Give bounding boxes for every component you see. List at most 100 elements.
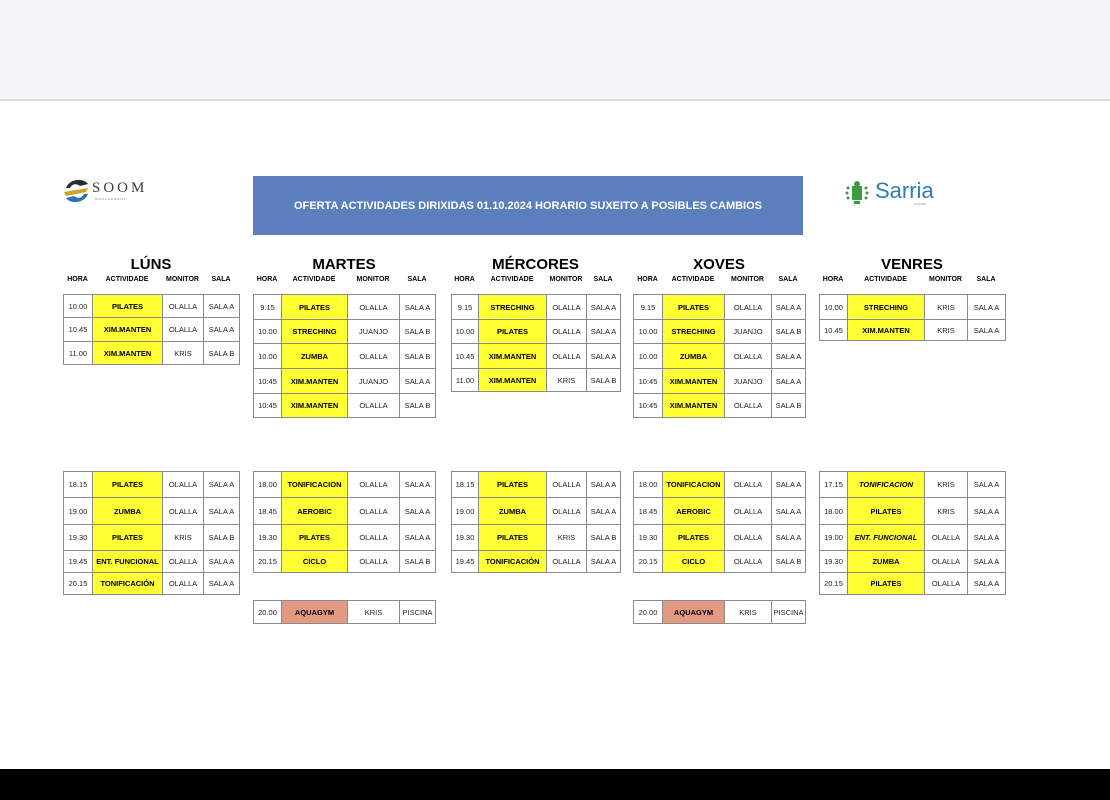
schedule-row: 20.00 AQUAGYM KRIS PISCINA xyxy=(253,600,436,624)
room-cell: SALA A xyxy=(586,319,621,344)
room-cell: SALA A xyxy=(967,524,1006,551)
time-cell: 19.30 xyxy=(253,524,282,551)
room-cell: SALA B xyxy=(203,524,240,551)
room-cell: SALA A xyxy=(771,343,806,369)
header-monitor: MONITOR xyxy=(549,276,583,283)
activity-cell: PILATES xyxy=(92,524,163,551)
room-cell: SALA A xyxy=(399,471,436,498)
time-cell: 18.00 xyxy=(819,497,848,525)
time-cell: 10:45 xyxy=(633,393,663,418)
room-cell: SALA B xyxy=(203,341,240,365)
time-cell: 10.00 xyxy=(819,294,848,320)
room-cell: SALA A xyxy=(399,368,436,394)
time-cell: 17.15 xyxy=(819,471,848,498)
monitor-cell: OLALLA xyxy=(162,471,204,498)
activity-cell: ZUMBA xyxy=(847,550,925,573)
time-cell: 19.30 xyxy=(451,524,479,551)
activity-cell: XIM.MANTEN xyxy=(662,393,725,418)
sarria-crest-icon xyxy=(845,181,869,204)
room-cell: SALA B xyxy=(399,343,436,369)
time-cell: 9.15 xyxy=(253,294,282,320)
room-cell: SALA A xyxy=(967,294,1006,320)
activity-cell: TONIFICACION xyxy=(662,471,725,498)
morning-table: 10.00 PILATES OLALLA SALA A 10.45 XIM.MANTEN O… xyxy=(63,294,240,365)
schedule-row: 19.30 PILATES KRIS SALA B xyxy=(451,524,621,551)
extra-table: 20.00 AQUAGYM KRIS PISCINA xyxy=(633,600,806,624)
activity-cell: XIM.MANTEN xyxy=(478,343,547,369)
monitor-cell: JUANJO xyxy=(724,368,772,394)
time-cell: 9.15 xyxy=(633,294,663,320)
room-cell: SALA A xyxy=(967,572,1006,595)
time-cell: 10.00 xyxy=(63,294,93,318)
monitor-cell: JUANJO xyxy=(347,368,400,394)
soom-logo-icon xyxy=(64,179,88,203)
monitor-cell: OLALLA xyxy=(546,294,587,320)
activity-cell: XIM.MANTEN xyxy=(662,368,725,394)
schedule-row: 11.00 XIM.MANTEN KRIS SALA B xyxy=(63,341,240,365)
time-cell: 18.00 xyxy=(253,471,282,498)
activity-cell: PILATES xyxy=(281,524,348,551)
room-cell: SALA A xyxy=(771,294,806,320)
time-cell: 18.15 xyxy=(63,471,93,498)
schedule-row: 9.15 STRECHING OLALLA SALA A xyxy=(451,294,621,320)
schedule-row: 10:45 XIM.MANTEN OLALLA SALA B xyxy=(253,393,436,418)
activity-cell: STRECHING xyxy=(662,319,725,344)
activity-cell: PILATES xyxy=(92,471,163,498)
schedule-row: 19.30 ZUMBA OLALLA SALA A xyxy=(819,550,1006,573)
schedule-row: 10.45 XIM.MANTEN OLALLA SALA A xyxy=(63,317,240,342)
monitor-cell: KRIS xyxy=(924,497,968,525)
room-cell: SALA B xyxy=(771,319,806,344)
activity-cell: TONIFICACIÓN xyxy=(92,572,163,595)
morning-table: 9.15 PILATES OLALLA SALA A 10.00 STRECHING JUA… xyxy=(633,294,806,418)
time-cell: 18.15 xyxy=(451,471,479,498)
activity-cell: PILATES xyxy=(478,524,547,551)
room-cell: SALA B xyxy=(771,550,806,573)
room-cell: SALA A xyxy=(203,572,240,595)
schedule-row: 20.15 PILATES OLALLA SALA A xyxy=(819,572,1006,595)
schedule-row: 19.00 ZUMBA OLALLA SALA A xyxy=(63,497,240,525)
schedule-row: 18.00 PILATES KRIS SALA A xyxy=(819,497,1006,525)
header-actividade: ACTIVIDADE xyxy=(671,276,715,283)
monitor-cell: OLALLA xyxy=(347,497,400,525)
schedule-row: 18.00 TONIFICACION OLALLA SALA A xyxy=(253,471,436,498)
time-cell: 20.00 xyxy=(253,600,282,624)
activity-cell: PILATES xyxy=(662,524,725,551)
header-sala: SALA xyxy=(407,276,427,283)
sarria-logo-subtext: Concello xyxy=(914,202,926,206)
monitor-cell: OLALLA xyxy=(724,343,772,369)
schedule-row: 19.45 TONIFICACIÓN OLALLA SALA A xyxy=(451,550,621,573)
room-cell: SALA A xyxy=(586,294,621,320)
evening-table: 18.00 TONIFICACION OLALLA SALA A 18.45 AEROBI… xyxy=(633,471,806,573)
monitor-cell: KRIS xyxy=(162,524,204,551)
activity-cell: XIM.MANTEN xyxy=(281,393,348,418)
room-cell: SALA B xyxy=(399,393,436,418)
activity-cell: AEROBIC xyxy=(281,497,348,525)
activity-cell: TONIFICACIÓN xyxy=(478,550,547,573)
activity-cell: AQUAGYM xyxy=(662,600,725,624)
time-cell: 19.45 xyxy=(63,550,93,573)
soom-logo-text: SOOM xyxy=(92,180,148,196)
viewer-top-bar xyxy=(0,0,1110,101)
room-cell: SALA A xyxy=(967,550,1006,573)
activity-cell: ZUMBA xyxy=(92,497,163,525)
time-cell: 19.45 xyxy=(451,550,479,573)
time-cell: 18.45 xyxy=(633,497,663,525)
activity-cell: ENT. FUNCIONAL xyxy=(92,550,163,573)
room-cell: SALA A xyxy=(399,497,436,525)
monitor-cell: OLALLA xyxy=(724,471,772,498)
evening-table: 17.15 TONIFICACION KRIS SALA A 18.00 PILATES K… xyxy=(819,471,1006,595)
time-cell: 20.00 xyxy=(633,600,663,624)
monitor-cell: KRIS xyxy=(546,524,587,551)
time-cell: 10.45 xyxy=(451,343,479,369)
time-cell: 10:45 xyxy=(253,393,282,418)
evening-table: 18.00 TONIFICACION OLALLA SALA A 18.45 AEROBI… xyxy=(253,471,436,573)
schedule-row: 10.00 PILATES OLALLA SALA A xyxy=(451,319,621,344)
activity-cell: PILATES xyxy=(478,471,547,498)
room-cell: SALA B xyxy=(399,319,436,344)
schedule-row: 18.15 PILATES OLALLA SALA A xyxy=(451,471,621,498)
time-cell: 19.30 xyxy=(819,550,848,573)
time-cell: 10.00 xyxy=(253,319,282,344)
header-sala: SALA xyxy=(778,276,798,283)
room-cell: SALA A xyxy=(586,550,621,573)
monitor-cell: OLALLA xyxy=(924,572,968,595)
